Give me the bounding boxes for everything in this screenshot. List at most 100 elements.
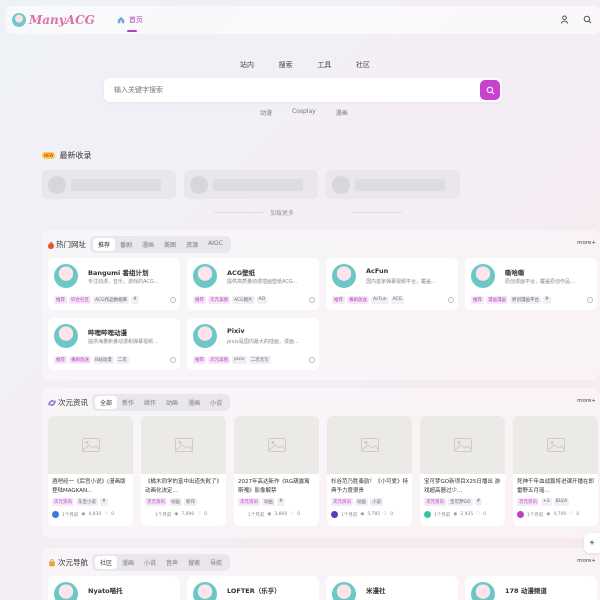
site-tag[interactable]: 推荐 xyxy=(332,296,345,304)
site-tag[interactable]: 原创漫画平台 xyxy=(510,296,541,304)
site-card[interactable]: 哔哩哔哩动漫 提供海量新番动漫和弹幕视频... 推荐 番剧放送 B站动漫 二次 xyxy=(48,318,180,370)
news-tag[interactable]: 小说 xyxy=(370,498,383,506)
news-card[interactable]: 杉谷范乃胜奏韵！《小可爱》特典予力度很贵 次元资讯 动画 小说 1个月前 ◉ 5,785 ♡ 0 xyxy=(327,416,412,526)
site-tag[interactable]: 次元美图 xyxy=(208,296,230,304)
tab-animation[interactable]: 动画 xyxy=(161,396,183,409)
hot-tag[interactable]: Cosplay xyxy=(292,108,316,117)
info-icon[interactable] xyxy=(309,297,315,303)
site-tag[interactable]: ACG作品数据库 xyxy=(93,296,130,304)
news-more-link[interactable]: more+ xyxy=(577,398,596,404)
site-card[interactable]: 178 动漫频道 xyxy=(465,576,597,600)
tab-resources[interactable]: 资源 xyxy=(181,238,203,251)
site-tag[interactable]: 综合社区 xyxy=(69,296,91,304)
site-tag[interactable]: pixiv xyxy=(232,356,247,364)
site-tag[interactable]: ACG图片 xyxy=(232,296,255,304)
load-more-button[interactable]: 加载更多 xyxy=(270,208,294,217)
site-tag[interactable]: ACG xyxy=(390,296,405,304)
search-input[interactable] xyxy=(104,78,464,102)
site-tag[interactable]: 推荐 xyxy=(54,356,67,364)
news-card[interactable]: 《橘木同学的富中出道失败了》动画化决定... 次元资讯 动画 新作 1个月前 ◉ 7,890… xyxy=(141,416,226,526)
news-card[interactable]: 酒吧经一《后宫小说》(漫画版登陆MAGKAN... 次元资讯 东宝小说 #1个月前 ◉ 4… xyxy=(48,416,133,526)
search-button[interactable] xyxy=(480,80,500,100)
news-tag[interactable]: 次元资讯 xyxy=(517,498,539,506)
news-tag[interactable]: 东宝小说 xyxy=(76,498,98,506)
site-tag[interactable]: 推荐 xyxy=(54,296,67,304)
info-icon[interactable] xyxy=(309,357,315,363)
nav-section-more-link[interactable]: more+ xyxy=(577,558,596,564)
site-tag[interactable]: B站动漫 xyxy=(93,356,114,364)
site-tag[interactable]: AO xyxy=(256,296,268,304)
search-tab-site[interactable]: 站内 xyxy=(240,60,254,70)
news-tag[interactable]: 次元资讯 xyxy=(52,498,74,506)
site-tag[interactable]: 番剧放送 xyxy=(69,356,91,364)
info-icon[interactable] xyxy=(170,297,176,303)
tab-all[interactable]: 全部 xyxy=(95,396,118,409)
hot-sites-more-link[interactable]: more+ xyxy=(577,240,596,246)
site-card[interactable]: Pixiv pixiv是国内最大的插画，漫画... 推荐 次元美图 pixiv 二次元… xyxy=(187,318,319,370)
tab-recommend[interactable]: 推荐 xyxy=(93,238,116,251)
tab-navigation[interactable]: 导航 xyxy=(205,556,227,569)
site-tag[interactable]: # xyxy=(131,296,139,304)
tab-manga[interactable]: 漫画 xyxy=(183,396,205,409)
hot-tag[interactable]: 动漫 xyxy=(260,108,272,117)
tab-new[interactable]: 新作 xyxy=(117,396,139,409)
news-tag[interactable]: # xyxy=(474,498,483,506)
news-card[interactable]: 死神千年血战篇将进课开播在即 雷野五月瑶... 次元资讯 +3 BLEA 1个月前 ◉ 4,… xyxy=(513,416,598,526)
news-tag[interactable]: # xyxy=(277,498,285,506)
tab-aigc[interactable]: AIGC xyxy=(203,238,228,251)
tab-novel[interactable]: 小说 xyxy=(205,396,227,409)
tab-community[interactable]: 社区 xyxy=(95,556,118,569)
news-tag[interactable]: 宝可梦GO xyxy=(448,498,473,506)
news-tag[interactable]: 次元资讯 xyxy=(145,498,167,506)
news-tag[interactable]: # xyxy=(100,498,108,506)
site-tag[interactable]: # xyxy=(543,296,551,304)
site-tag[interactable]: 推荐 xyxy=(193,356,206,364)
site-tag[interactable]: 推荐 xyxy=(471,296,484,304)
site-card[interactable]: LOFTER（乐乎） xyxy=(187,576,319,600)
news-tag[interactable]: 动画 xyxy=(355,498,368,506)
news-card[interactable]: 宝可梦GO新项目X25日播出 游戏超高器过少... 次元资讯 宝可梦GO #1个月前 ◉… xyxy=(420,416,505,526)
site-tag[interactable]: 番剧放送 xyxy=(347,296,369,304)
tab-audio[interactable]: 音声 xyxy=(161,556,183,569)
news-tag[interactable]: 次元资讯 xyxy=(331,498,353,506)
site-tag[interactable]: 二次 xyxy=(115,356,129,364)
news-tag[interactable]: +3 xyxy=(541,498,552,506)
news-tag[interactable]: 次元资讯 xyxy=(424,498,446,506)
site-card[interactable]: 嘶哈嘶 原创漫画平台，覆盖原创作品... 推荐 漫画漫画 原创漫画平台 # xyxy=(465,258,597,310)
site-card[interactable]: AcFun 国内首家弹幕视频平台，覆盖... 推荐 番剧放送 AcFun ACG xyxy=(326,258,458,310)
site-card[interactable]: ACG壁纸 提供高质量动漫插画壁纸ACG... 推荐 次元美图 ACG图片 AO xyxy=(187,258,319,310)
site-card[interactable]: Bangumi 番组计划 专注动漫，音乐，游戏的ACG... 推荐 综合社区 ACG… xyxy=(48,258,180,310)
site-tag[interactable]: 二次元写 xyxy=(248,356,271,364)
info-icon[interactable] xyxy=(170,357,176,363)
site-tag[interactable]: 漫画漫画 xyxy=(486,296,508,304)
tab-search[interactable]: 搜索 xyxy=(183,556,205,569)
tab-anime[interactable]: 番剧 xyxy=(115,238,137,251)
site-tag[interactable]: 推荐 xyxy=(193,296,206,304)
nav-home[interactable]: 首页 xyxy=(117,6,143,34)
news-tag[interactable]: 次元资讯 xyxy=(238,498,260,506)
news-tag[interactable]: BLEA xyxy=(553,498,570,506)
tab-sequel[interactable]: 续作 xyxy=(139,396,161,409)
site-card[interactable]: 米漫社 xyxy=(326,576,458,600)
search-tab-search[interactable]: 搜索 xyxy=(279,60,293,70)
news-card[interactable]: 2027年高达新作《RG葫露寓斯嘎》影像解禁 次元资讯 动画 #1个月前 ◉ 3,860 ♡… xyxy=(234,416,319,526)
news-tag[interactable]: 动画 xyxy=(169,498,182,506)
site-tag[interactable]: AcFun xyxy=(371,296,389,304)
tab-comic[interactable]: 漫画 xyxy=(117,556,139,569)
search-tab-tools[interactable]: 工具 xyxy=(317,60,331,70)
info-icon[interactable] xyxy=(587,297,593,303)
theme-toggle-button[interactable]: ☀ xyxy=(584,533,600,553)
tab-comic[interactable]: 漫画 xyxy=(137,238,159,251)
tab-novel[interactable]: 小说 xyxy=(139,556,161,569)
news-tag[interactable]: 动画 xyxy=(262,498,275,506)
user-icon[interactable] xyxy=(560,15,569,24)
search-icon[interactable] xyxy=(583,15,592,24)
logo[interactable]: ManyACG xyxy=(12,13,95,27)
site-card[interactable]: Nyato喵托 xyxy=(48,576,180,600)
tab-images[interactable]: 美图 xyxy=(159,238,181,251)
news-tag[interactable]: 新作 xyxy=(184,498,197,506)
search-tab-community[interactable]: 社区 xyxy=(356,60,370,70)
hot-tag[interactable]: 漫画 xyxy=(336,108,348,117)
site-tag[interactable]: 次元美图 xyxy=(208,356,230,364)
info-icon[interactable] xyxy=(448,297,454,303)
